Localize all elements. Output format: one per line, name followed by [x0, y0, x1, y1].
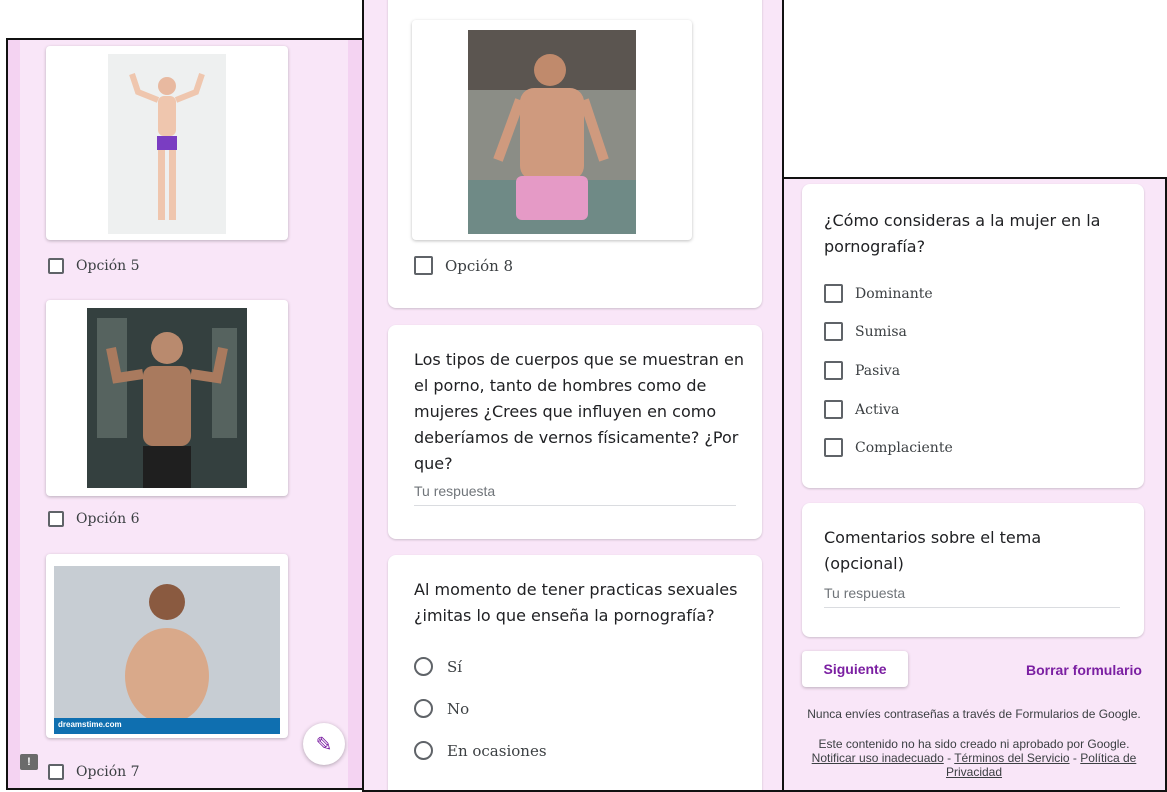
option-dominante-checkbox[interactable]: [824, 284, 843, 303]
watermark-text: dreamstime.com: [58, 720, 122, 729]
option-si[interactable]: Sí: [414, 657, 462, 676]
right-edge: [348, 40, 362, 788]
option-complaciente-checkbox[interactable]: [824, 438, 843, 457]
option-complaciente[interactable]: Complaciente: [824, 438, 953, 457]
question-imitation-card: Al momento de tener practicas sexuales ¿…: [388, 555, 762, 790]
question-woman-card: ¿Cómo consideras a la mujer en la pornog…: [802, 184, 1144, 488]
option-pasiva-label: Pasiva: [855, 362, 901, 379]
option-8-photo: [468, 30, 636, 234]
disclaimer-text: Este contenido no ha sido creado ni apro…: [818, 737, 1130, 751]
question-body-types-answer-input[interactable]: Tu respuesta: [414, 483, 736, 506]
terms-link[interactable]: Términos del Servicio: [954, 751, 1069, 765]
middle-screenshot-panel: Opción 8 Los tipos de cuerpos que se mue…: [362, 0, 784, 792]
report-abuse-link[interactable]: Notificar uso inadecuado: [812, 751, 944, 765]
option-en-ocasiones[interactable]: En ocasiones: [414, 741, 547, 760]
option-activa[interactable]: Activa: [824, 400, 899, 419]
option-8-image-card[interactable]: [412, 20, 692, 240]
edit-button[interactable]: ✎: [303, 723, 345, 765]
option-activa-checkbox[interactable]: [824, 400, 843, 419]
option-pasiva[interactable]: Pasiva: [824, 361, 900, 380]
comments-card: Comentarios sobre el tema (opcional) Tu …: [802, 503, 1144, 637]
option-no-radio[interactable]: [414, 699, 433, 718]
report-icon[interactable]: !: [20, 754, 38, 770]
password-warning: Nunca envíes contraseñas a través de For…: [807, 707, 1141, 721]
left-edge: [8, 40, 20, 788]
option-dominante-label: Dominante: [855, 285, 933, 302]
option-5-checkbox[interactable]: [48, 258, 64, 274]
option-6-label: Opción 6: [76, 511, 140, 527]
option-6-checkbox[interactable]: [48, 511, 64, 527]
option-7-label: Opción 7: [76, 764, 140, 780]
option-7-checkbox[interactable]: [48, 764, 64, 780]
option-8[interactable]: Opción 8: [414, 256, 513, 275]
left-screenshot-panel: Opción 5 Opción 6 dreamstime.com Opción …: [6, 38, 364, 790]
option-7-image-card[interactable]: dreamstime.com: [46, 554, 288, 738]
option-8-checkbox[interactable]: [414, 256, 433, 275]
option-5-image-card[interactable]: [46, 46, 288, 240]
option-5-photo: [108, 54, 226, 234]
question-body-types-card: Los tipos de cuerpos que se muestran en …: [388, 325, 762, 539]
option-6[interactable]: Opción 6: [48, 511, 140, 527]
option-sumisa-checkbox[interactable]: [824, 322, 843, 341]
option-sumisa[interactable]: Sumisa: [824, 322, 907, 341]
option-sumisa-label: Sumisa: [855, 323, 907, 340]
option-si-label: Sí: [447, 657, 463, 676]
question-woman-title: ¿Cómo consideras a la mujer en la pornog…: [824, 211, 1101, 256]
option-en-ocasiones-label: En ocasiones: [447, 741, 547, 760]
option-no-label: No: [447, 699, 470, 718]
option-activa-label: Activa: [855, 401, 900, 418]
option-8-card: Opción 8: [388, 0, 762, 308]
option-5-label: Opción 5: [76, 258, 140, 274]
right-screenshot-panel: ¿Cómo consideras a la mujer en la pornog…: [782, 177, 1167, 792]
comments-title: Comentarios sobre el tema (opcional): [824, 528, 1042, 573]
option-en-ocasiones-radio[interactable]: [414, 741, 433, 760]
option-7[interactable]: Opción 7: [48, 764, 140, 780]
option-8-label: Opción 8: [445, 256, 514, 275]
question-body-types-title: Los tipos de cuerpos que se muestran en …: [414, 350, 745, 473]
option-no[interactable]: No: [414, 699, 469, 718]
option-pasiva-checkbox[interactable]: [824, 361, 843, 380]
comments-answer-input[interactable]: Tu respuesta: [824, 585, 1120, 608]
option-5[interactable]: Opción 5: [48, 258, 140, 274]
option-si-radio[interactable]: [414, 657, 433, 676]
option-complaciente-label: Complaciente: [855, 439, 953, 456]
pencil-icon: ✎: [315, 733, 333, 756]
option-6-image-card[interactable]: [46, 300, 288, 496]
option-7-photo: [54, 566, 280, 734]
next-button[interactable]: Siguiente: [802, 651, 908, 687]
question-imitation-title: Al momento de tener practicas sexuales ¿…: [414, 580, 738, 625]
option-6-photo: [87, 308, 247, 488]
footer-disclaimer: Este contenido no ha sido creado ni apro…: [806, 737, 1142, 779]
clear-form-link[interactable]: Borrar formulario: [1026, 662, 1142, 678]
option-dominante[interactable]: Dominante: [824, 284, 933, 303]
